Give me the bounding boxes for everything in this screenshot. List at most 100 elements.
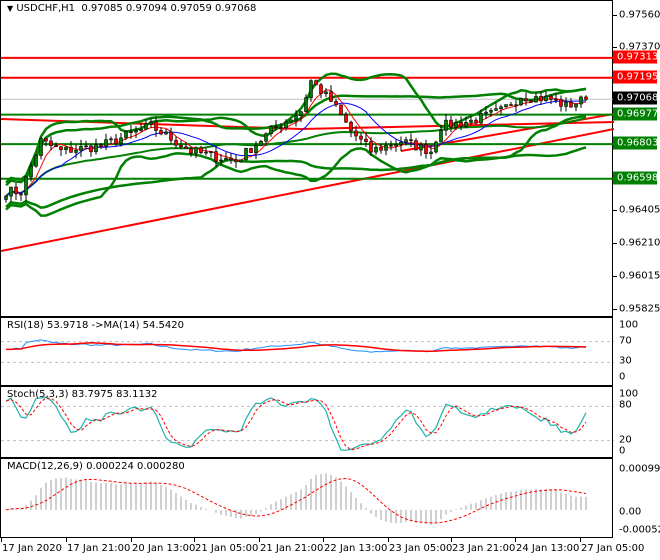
candle-body [544, 95, 548, 102]
candle-body [549, 95, 553, 100]
macd-axis-label: -0.000525 [619, 524, 660, 536]
candle-body [489, 110, 493, 113]
candle-body [279, 127, 283, 129]
time-axis-label: 23 Jan 21:00 [452, 543, 516, 554]
rsi-panel[interactable]: RSI(18) 53.9718 ->MA(14) 54.5420 [0, 317, 614, 386]
candle-body [564, 101, 568, 107]
candle-body [264, 133, 268, 142]
price-axis-tick [613, 243, 617, 245]
macd-panel[interactable]: MACD(12,26,9) 0.000224 0.000280 [0, 458, 613, 538]
time-axis-tick [194, 538, 195, 542]
candle-body [259, 140, 263, 146]
candle-body [199, 147, 203, 153]
candle-body [59, 146, 63, 150]
candle-body [484, 111, 488, 114]
candle-body [479, 113, 483, 124]
candle-body [144, 123, 148, 130]
candle-body [509, 104, 513, 107]
stoch-signal-line [5, 397, 587, 451]
candle-body [74, 150, 78, 153]
candle-body [84, 145, 88, 148]
price-axis-tick [613, 15, 617, 17]
candle-body [274, 126, 278, 129]
candle-body [104, 139, 108, 147]
candle-body [409, 139, 413, 142]
candle-body [534, 96, 538, 103]
time-axis-tick [1, 538, 2, 542]
candle-body [344, 114, 348, 123]
candle-body [559, 99, 563, 107]
candle-body [394, 144, 398, 147]
candle-body [379, 146, 383, 151]
time-axis-label: 17 Jan 21:00 [67, 543, 131, 554]
candle-body [204, 151, 208, 154]
price-axis-label: 0.97560 [619, 9, 660, 21]
macd-label: MACD(12,26,9) 0.000224 0.000280 [7, 461, 185, 472]
candle-body [499, 106, 503, 110]
stoch-axis-label: 80 [619, 399, 632, 411]
price-axis-tick [613, 276, 617, 278]
chart-window: ▼ USDCHF,H1 0.97085 0.97094 0.97059 0.97… [0, 0, 660, 560]
candle-body [384, 144, 388, 151]
time-axis-tick [323, 538, 324, 542]
candle-body [429, 151, 433, 154]
candle-body [139, 128, 143, 131]
candle-body [584, 96, 588, 100]
price-level-tag: 0.97195 [613, 70, 658, 84]
candle-body [39, 138, 43, 156]
candle-body [159, 130, 163, 135]
candle-body [319, 84, 323, 95]
candle-body [69, 146, 73, 153]
candle-body [389, 144, 393, 147]
price-chart-panel[interactable]: ▼ USDCHF,H1 0.97085 0.97094 0.97059 0.97… [0, 0, 614, 317]
time-axis-label: 21 Jan 05:00 [195, 543, 259, 554]
candle-body [299, 111, 303, 116]
candle-body [254, 144, 258, 154]
candle-body [179, 144, 183, 148]
candle-body [209, 151, 213, 153]
candle-body [424, 144, 428, 154]
candle-body [239, 159, 243, 163]
candle-body [114, 138, 118, 145]
candle-body [529, 100, 533, 103]
candle-body [369, 141, 373, 153]
collapse-triangle-icon[interactable]: ▼ [7, 4, 13, 13]
candle-body [334, 101, 338, 106]
candle-body [64, 146, 68, 150]
candle-body [109, 138, 113, 141]
bollinger-upper [5, 87, 587, 187]
candle-body [434, 141, 438, 153]
candle-body [569, 101, 573, 108]
candle-body [249, 148, 253, 154]
candle-body [189, 148, 193, 154]
price-level-tag: 0.96598 [613, 171, 658, 185]
time-axis-label: 17 Jan 2020 [2, 543, 62, 554]
candle-body [579, 96, 583, 105]
candle-body [4, 195, 8, 200]
symbol-label: USDCHF,H1 [16, 3, 76, 14]
candle-body [519, 98, 523, 106]
candle-body [539, 96, 543, 102]
candle-body [524, 98, 528, 102]
candle-body [129, 131, 133, 134]
candle-body [99, 144, 103, 147]
candle-body [349, 121, 353, 132]
price-level-tag: 0.96977 [613, 107, 658, 121]
price-axis-label: 0.97370 [619, 41, 660, 53]
stoch-label: Stoch(5,3,3) 83.7975 83.1132 [7, 389, 158, 400]
price-axis-tick [613, 210, 617, 212]
candle-body [9, 186, 13, 197]
candle-body [269, 126, 273, 135]
price-level-tag: 0.96803 [613, 136, 658, 150]
candle-body [504, 104, 508, 108]
candle-body [24, 176, 28, 196]
candle-body [194, 147, 198, 154]
candle-body [359, 135, 363, 140]
candle-body [174, 139, 178, 146]
stochastic-panel[interactable]: Stoch(5,3,3) 83.7975 83.1132 [0, 386, 614, 458]
candle-body [494, 108, 498, 111]
time-axis-tick [131, 538, 132, 542]
candle-body [219, 159, 223, 162]
candle-body [164, 131, 168, 135]
stoch-axis-label: 20 [619, 434, 632, 446]
